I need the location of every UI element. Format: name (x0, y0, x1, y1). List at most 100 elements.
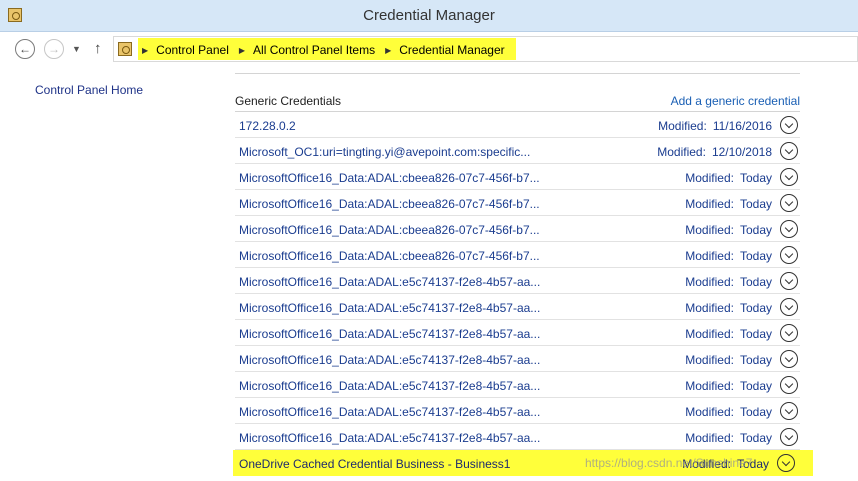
expand-chevron-icon[interactable] (780, 428, 798, 446)
credential-row[interactable]: MicrosoftOffice16_Data:ADAL:cbeea826-07c… (235, 190, 800, 216)
expand-chevron-icon[interactable] (780, 246, 798, 264)
watermark: https://blog.csdn.net/Sunshine7 (585, 456, 753, 470)
credential-row[interactable]: MicrosoftOffice16_Data:ADAL:e5c74137-f2e… (235, 424, 800, 450)
modified-info: Modified: 11/16/2016 (658, 119, 772, 133)
main-content: Generic Credentials Add a generic creden… (215, 66, 858, 481)
divider (235, 73, 800, 74)
credential-name[interactable]: MicrosoftOffice16_Data:ADAL:e5c74137-f2e… (239, 353, 540, 367)
modified-date: Today (739, 197, 772, 211)
modified-date: Today (739, 405, 772, 419)
modified-info: Modified: Today (685, 379, 772, 393)
credential-row[interactable]: MicrosoftOffice16_Data:ADAL:e5c74137-f2e… (235, 268, 800, 294)
credential-row[interactable]: MicrosoftOffice16_Data:ADAL:e5c74137-f2e… (235, 346, 800, 372)
modified-date: Today (739, 301, 772, 315)
credential-name[interactable]: MicrosoftOffice16_Data:ADAL:e5c74137-f2e… (239, 405, 540, 419)
modified-info: Modified: Today (685, 405, 772, 419)
modified-label: Modified: (685, 171, 734, 185)
credential-row[interactable]: MicrosoftOffice16_Data:ADAL:e5c74137-f2e… (235, 320, 800, 346)
navigation-bar: ← → ▼ ↑ ▶ Control Panel ▶ All Control Pa… (0, 33, 858, 65)
credential-name[interactable]: MicrosoftOffice16_Data:ADAL:cbeea826-07c… (239, 171, 540, 185)
credential-row[interactable]: MicrosoftOffice16_Data:ADAL:cbeea826-07c… (235, 164, 800, 190)
expand-chevron-icon[interactable] (780, 142, 798, 160)
modified-label: Modified: (685, 275, 734, 289)
address-bar[interactable]: ▶ Control Panel ▶ All Control Panel Item… (113, 36, 858, 62)
modified-info: Modified: 12/10/2018 (657, 145, 772, 159)
credential-name[interactable]: MicrosoftOffice16_Data:ADAL:e5c74137-f2e… (239, 301, 540, 315)
modified-label: Modified: (658, 119, 707, 133)
modified-date: Today (739, 353, 772, 367)
credential-name[interactable]: OneDrive Cached Credential Business - Bu… (239, 457, 510, 471)
modified-label: Modified: (685, 353, 734, 367)
expand-chevron-icon[interactable] (780, 194, 798, 212)
up-arrow-icon[interactable]: ↑ (94, 40, 102, 57)
modified-info: Modified: Today (685, 197, 772, 211)
credential-name[interactable]: 172.28.0.2 (239, 119, 296, 133)
credential-name[interactable]: MicrosoftOffice16_Data:ADAL:e5c74137-f2e… (239, 275, 540, 289)
credential-row[interactable]: MicrosoftOffice16_Data:ADAL:cbeea826-07c… (235, 216, 800, 242)
expand-chevron-icon[interactable] (780, 298, 798, 316)
modified-date: Today (739, 275, 772, 289)
modified-info: Modified: Today (685, 171, 772, 185)
expand-chevron-icon[interactable] (780, 376, 798, 394)
credential-row[interactable]: MicrosoftOffice16_Data:ADAL:e5c74137-f2e… (235, 372, 800, 398)
credential-row[interactable]: MicrosoftOffice16_Data:ADAL:e5c74137-f2e… (235, 294, 800, 320)
credential-list: 172.28.0.2 Modified: 11/16/2016 Microsoft_O… (233, 112, 813, 476)
credential-name[interactable]: MicrosoftOffice16_Data:ADAL:e5c74137-f2e… (239, 379, 540, 393)
expand-chevron-icon[interactable] (780, 324, 798, 342)
modified-label: Modified: (685, 379, 734, 393)
breadcrumb-control-panel[interactable]: Control Panel (156, 43, 229, 57)
expand-chevron-icon[interactable] (780, 402, 798, 420)
modified-label: Modified: (685, 431, 734, 445)
section-title: Generic Credentials (235, 94, 342, 108)
sidebar: Control Panel Home (0, 66, 215, 481)
modified-label: Modified: (685, 223, 734, 237)
modified-info: Modified: Today (685, 353, 772, 367)
modified-info: Modified: Today (685, 275, 772, 289)
expand-chevron-icon[interactable] (780, 272, 798, 290)
credential-name[interactable]: Microsoft_OC1:uri=tingting.yi@avepoint.c… (239, 145, 530, 159)
credential-name[interactable]: MicrosoftOffice16_Data:ADAL:cbeea826-07c… (239, 197, 540, 211)
breadcrumb-separator-icon[interactable]: ▶ (239, 46, 245, 55)
modified-date: 12/10/2018 (711, 145, 772, 159)
credential-row[interactable]: MicrosoftOffice16_Data:ADAL:e5c74137-f2e… (235, 398, 800, 424)
modified-label: Modified: (685, 405, 734, 419)
modified-info: Modified: Today (685, 327, 772, 341)
breadcrumb-separator-icon[interactable]: ▶ (385, 46, 391, 55)
control-panel-home-link[interactable]: Control Panel Home (35, 83, 143, 97)
expand-chevron-icon[interactable] (780, 220, 798, 238)
recent-locations-chevron-icon[interactable]: ▼ (72, 44, 81, 54)
control-panel-icon (118, 42, 132, 56)
window-title: Credential Manager (363, 7, 495, 24)
modified-date: Today (739, 223, 772, 237)
forward-arrow-icon[interactable]: → (44, 39, 64, 59)
modified-label: Modified: (685, 327, 734, 341)
breadcrumb: ▶ Control Panel ▶ All Control Panel Item… (142, 43, 515, 57)
credential-name[interactable]: MicrosoftOffice16_Data:ADAL:e5c74137-f2e… (239, 327, 540, 341)
expand-chevron-icon[interactable] (780, 350, 798, 368)
credential-row[interactable]: 172.28.0.2 Modified: 11/16/2016 (235, 112, 800, 138)
modified-date: Today (739, 327, 772, 341)
breadcrumb-credential-manager[interactable]: Credential Manager (399, 43, 504, 57)
expand-chevron-icon[interactable] (780, 116, 798, 134)
expand-chevron-icon[interactable] (777, 454, 795, 472)
back-arrow-icon[interactable]: ← (15, 39, 35, 59)
modified-info: Modified: Today (685, 249, 772, 263)
modified-info: Modified: Today (685, 223, 772, 237)
breadcrumb-separator-icon[interactable]: ▶ (142, 46, 148, 55)
modified-date: Today (739, 379, 772, 393)
modified-label: Modified: (657, 145, 706, 159)
credential-name[interactable]: MicrosoftOffice16_Data:ADAL:e5c74137-f2e… (239, 431, 540, 445)
modified-date: Today (739, 431, 772, 445)
modified-date: Today (739, 249, 772, 263)
modified-date: Today (739, 171, 772, 185)
expand-chevron-icon[interactable] (780, 168, 798, 186)
modified-label: Modified: (685, 197, 734, 211)
credential-name[interactable]: MicrosoftOffice16_Data:ADAL:cbeea826-07c… (239, 223, 540, 237)
credential-row[interactable]: Microsoft_OC1:uri=tingting.yi@avepoint.c… (235, 138, 800, 164)
credential-name[interactable]: MicrosoftOffice16_Data:ADAL:cbeea826-07c… (239, 249, 540, 263)
modified-info: Modified: Today (685, 301, 772, 315)
breadcrumb-all-items[interactable]: All Control Panel Items (253, 43, 375, 57)
add-generic-credential-link[interactable]: Add a generic credential (671, 94, 800, 108)
modified-label: Modified: (685, 301, 734, 315)
credential-row[interactable]: MicrosoftOffice16_Data:ADAL:cbeea826-07c… (235, 242, 800, 268)
